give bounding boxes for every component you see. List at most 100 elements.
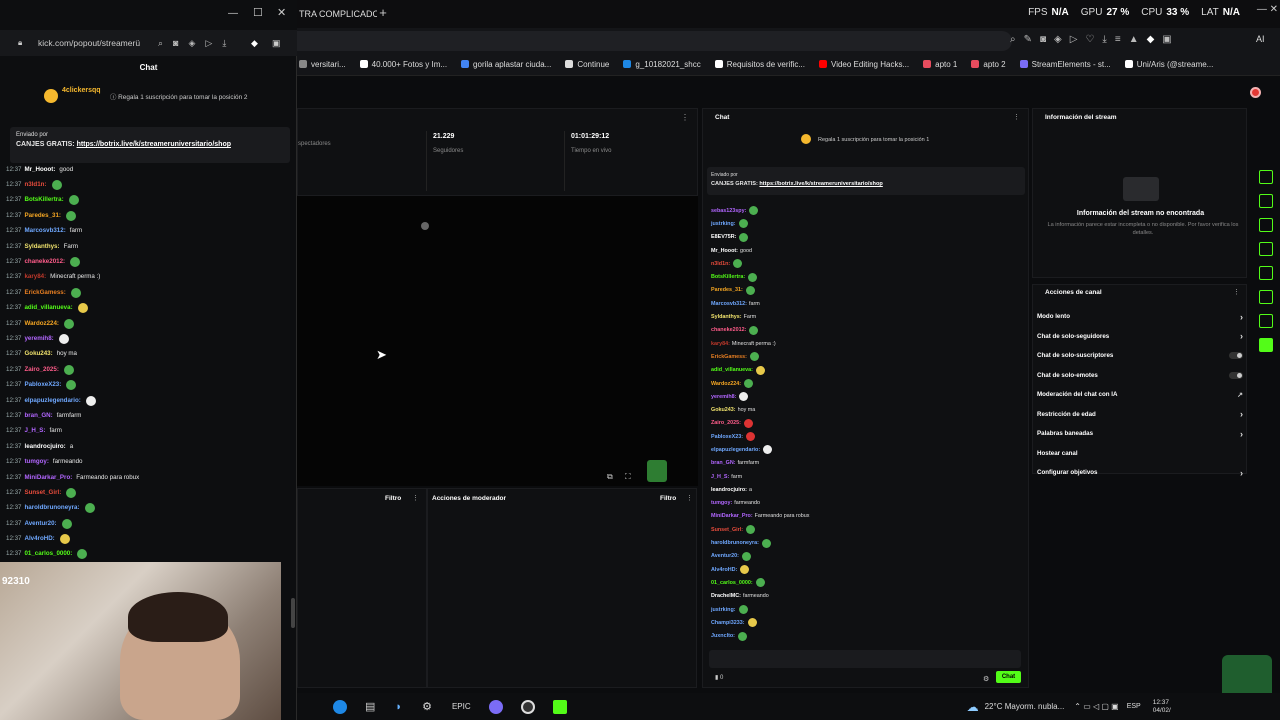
more-icon[interactable]: ⋮ xyxy=(412,494,419,502)
message-user[interactable]: adid_villanueva: xyxy=(711,367,753,373)
message-user[interactable]: leandrocjuiro: xyxy=(711,487,747,493)
message-user[interactable]: elpapuzlegendario: xyxy=(24,396,80,406)
message-user[interactable]: kary84: xyxy=(24,272,46,282)
send-chat-button[interactable]: Chat xyxy=(996,671,1021,683)
message-user[interactable]: sebas123spy: xyxy=(711,208,746,214)
chat-message[interactable]: 12:37 Aventur20: xyxy=(6,516,291,531)
chat-message[interactable]: DrachelMC: farmeando xyxy=(711,590,1011,603)
language-indicator[interactable]: ESP xyxy=(1127,703,1141,710)
message-user[interactable]: Juxnclto: xyxy=(711,633,735,639)
channel-action-item[interactable]: Chat de solo-suscriptores xyxy=(1037,346,1243,366)
message-user[interactable]: yeremih8: xyxy=(711,394,736,400)
window-controls[interactable]: — ✕ xyxy=(1257,4,1278,15)
shield-icon[interactable]: ◈ xyxy=(1054,34,1062,45)
message-user[interactable]: Syldanthys: xyxy=(711,314,742,320)
epic-icon[interactable]: EPIC xyxy=(452,702,471,711)
popout-pinned-message[interactable]: Enviado por CANJES GRATIS: https://botri… xyxy=(10,127,290,163)
bookmark[interactable]: StreamElements - st... xyxy=(1019,60,1111,69)
camera-icon[interactable]: ◙ xyxy=(173,38,178,49)
shield-icon[interactable]: ◈ xyxy=(188,38,195,49)
message-user[interactable]: ErickGamess: xyxy=(24,288,65,298)
message-user[interactable]: BotsKillertra: xyxy=(711,274,745,280)
chat-message[interactable]: tumgoy: farmeando xyxy=(711,497,1011,510)
chat-message[interactable]: 12:37 bran_GN: farmfarm xyxy=(6,408,291,423)
kick-icon[interactable] xyxy=(552,699,567,714)
chat-message[interactable]: 12:37 01_carlos_0000: xyxy=(6,547,291,562)
chat-message[interactable]: 12:37 Paredes_31: xyxy=(6,208,291,223)
chat-message[interactable]: leandrocjuiro: a xyxy=(711,483,1011,496)
address-field[interactable] xyxy=(297,31,1012,51)
message-user[interactable]: Sunset_Girl: xyxy=(24,488,61,498)
chat-message[interactable]: 12:37 J_H_S: farm xyxy=(6,424,291,439)
message-user[interactable]: MiniDarkar_Pro: xyxy=(711,513,753,519)
chat-message[interactable]: 12:37 Goku243: hoy ma xyxy=(6,347,291,362)
chat-message[interactable]: chaneke2012: xyxy=(711,324,1011,337)
chat-message[interactable]: Syldanthys: Farm xyxy=(711,310,1011,323)
chat-message[interactable]: Alv4roHD: xyxy=(711,563,1011,576)
lock-icon[interactable]: ▲ xyxy=(1129,34,1139,45)
message-user[interactable]: haroldbrunoneyra: xyxy=(24,503,79,513)
rail-icon[interactable] xyxy=(1259,194,1273,208)
bookmark[interactable]: g_10182021_shcc xyxy=(623,60,701,69)
toggle-switch[interactable] xyxy=(1229,371,1243,379)
message-user[interactable]: n3ld1n: xyxy=(711,261,730,267)
chat-message[interactable]: bran_GN: farmfarm xyxy=(711,457,1011,470)
message-user[interactable]: kary84: xyxy=(711,341,730,347)
stream-preview[interactable]: ⧉ ⛶ xyxy=(297,196,698,486)
maximize-icon[interactable]: ☐ xyxy=(253,6,263,19)
browser-tab[interactable]: TRA COMPLICADO xyxy=(297,3,377,25)
close-icon[interactable]: ✕ xyxy=(277,6,286,19)
bookmark[interactable]: Video Editing Hacks... xyxy=(819,60,909,69)
more-icon[interactable]: ⋮ xyxy=(1013,113,1020,121)
message-user[interactable]: DrachelMC: xyxy=(711,593,741,599)
chat-message[interactable]: 12:37 MiniDarkar_Pro: Farmeando para robux xyxy=(6,470,291,485)
chat-message[interactable]: adid_villanueva: xyxy=(711,364,1011,377)
app-icon[interactable]: ▤ xyxy=(365,700,375,713)
bookmark[interactable]: versitari... xyxy=(299,60,346,69)
rail-icon-active[interactable] xyxy=(1259,338,1273,352)
chat-message[interactable]: yeremih8: xyxy=(711,390,1011,403)
channel-action-item[interactable]: Configurar objetivos › xyxy=(1037,463,1243,483)
message-user[interactable]: Champi3233: xyxy=(711,620,745,626)
camera-icon[interactable]: ◙ xyxy=(1040,34,1046,45)
message-user[interactable]: J_H_S: xyxy=(711,474,729,480)
filter-button[interactable]: Filtro xyxy=(385,495,401,502)
message-user[interactable]: E8EV75R: xyxy=(711,234,736,240)
message-user[interactable]: Paredes_31: xyxy=(711,287,743,293)
chat-message[interactable]: elpapuzlegendario: xyxy=(711,443,1011,456)
download-icon[interactable]: ⤓ xyxy=(222,38,226,49)
message-user[interactable]: haroldbrunoneyra: xyxy=(711,540,759,546)
channel-action-item[interactable]: Chat de solo-seguidores › xyxy=(1037,327,1243,347)
message-user[interactable]: ErickGamess: xyxy=(711,354,747,360)
message-user[interactable]: tumgoy: xyxy=(24,457,48,467)
box-icon[interactable]: ▣ xyxy=(1162,34,1171,45)
bookmark[interactable]: Continue xyxy=(565,60,609,69)
chat-message[interactable]: 12:37 adid_villanueva: xyxy=(6,301,291,316)
heart-icon[interactable]: ♡ xyxy=(1085,34,1094,45)
ai-button[interactable]: AI xyxy=(1256,34,1265,44)
chat-message[interactable]: Champi3233: xyxy=(711,616,1011,629)
more-icon[interactable]: ⋮ xyxy=(681,113,689,122)
search-icon[interactable]: ⌕ xyxy=(1010,34,1016,45)
pinned-link[interactable]: https://botrix.live/k/streameruniversita… xyxy=(77,141,231,148)
chat-message[interactable]: 12:37 Sunset_Girl: xyxy=(6,485,291,500)
message-user[interactable]: chaneke2012: xyxy=(711,327,746,333)
message-user[interactable]: Aventur20: xyxy=(711,553,739,559)
gear-icon[interactable]: ⚙ xyxy=(422,700,432,713)
menu-icon[interactable]: ≡ xyxy=(1115,34,1121,45)
message-user[interactable]: Wardoz224: xyxy=(711,381,741,387)
more-icon[interactable]: ⋮ xyxy=(1233,288,1240,296)
edit-icon[interactable]: ✎ xyxy=(1024,34,1032,45)
chat-input[interactable] xyxy=(709,650,1021,668)
message-user[interactable]: BotsKillertra: xyxy=(24,195,63,205)
chat-message[interactable]: 01_carlos_0000: xyxy=(711,576,1011,589)
channel-action-item[interactable]: Restricción de edad › xyxy=(1037,405,1243,425)
play-icon[interactable]: ▷ xyxy=(1070,34,1078,45)
chat-message[interactable]: justrking: xyxy=(711,217,1011,230)
message-user[interactable]: Goku243: xyxy=(711,407,736,413)
channel-action-item[interactable]: Chat de solo-emotes xyxy=(1037,366,1243,386)
extension-icon[interactable]: ◆ xyxy=(251,38,258,49)
chat-message[interactable]: ErickGamess: xyxy=(711,350,1011,363)
channel-action-item[interactable]: Palabras baneadas › xyxy=(1037,424,1243,444)
minimize-icon[interactable]: — xyxy=(228,8,238,19)
